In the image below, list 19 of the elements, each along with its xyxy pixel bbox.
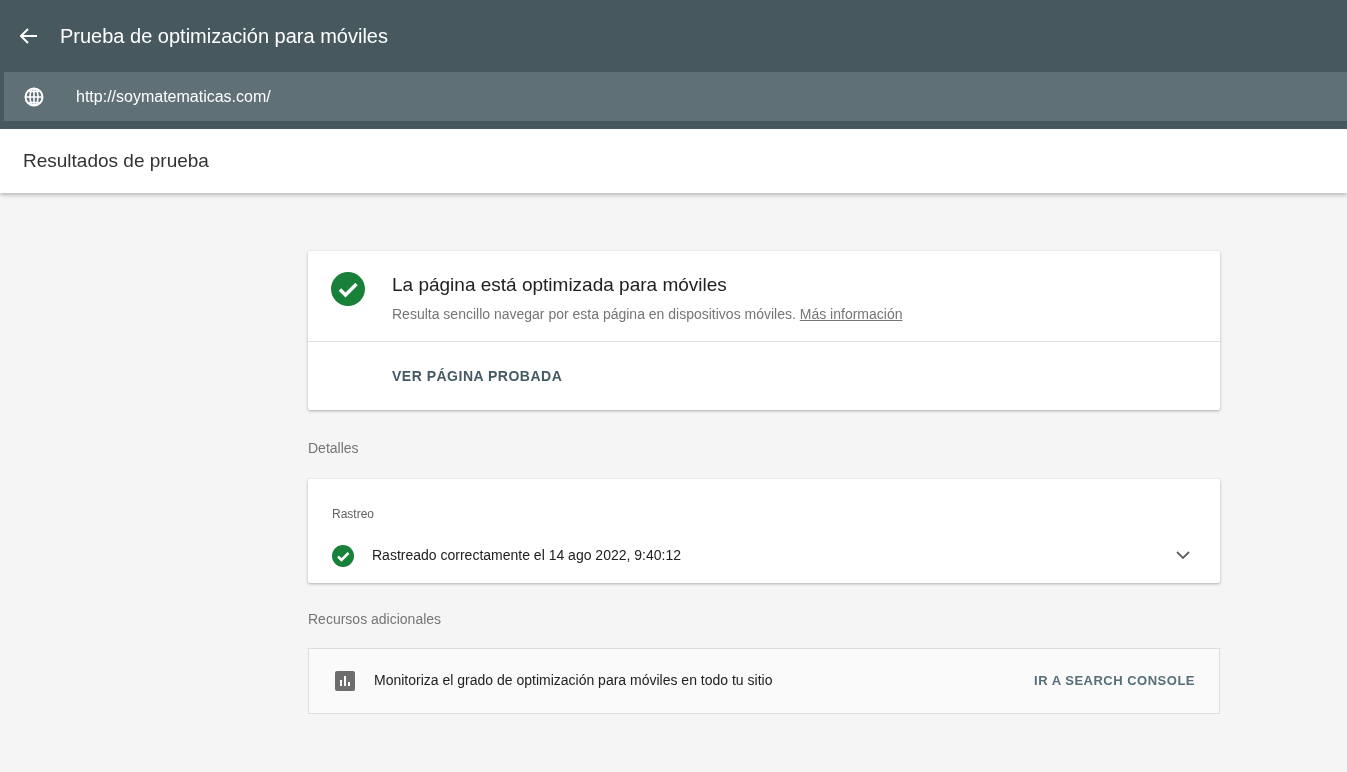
- globe-icon: [24, 86, 44, 107]
- resource-text: Monitoriza el grado de optimización para móviles en todo tu sitio: [374, 671, 773, 690]
- view-tested-page-button[interactable]: VER PÁGINA PROBADA: [392, 365, 563, 387]
- back-arrow-icon[interactable]: [20, 28, 38, 44]
- url-text: http://soymatematicas.com/: [76, 86, 271, 107]
- section-heading: Recursos adicionales: [308, 609, 443, 629]
- results-title: Resultados de prueba: [23, 148, 209, 173]
- bar-chart-icon: [335, 670, 355, 691]
- check-circle-icon: [331, 272, 365, 306]
- search-console-button[interactable]: IR A SEARCH CONSOLE: [1034, 670, 1195, 691]
- check-circle-icon: [332, 544, 354, 567]
- expand-chevron-icon[interactable]: [1176, 551, 1190, 560]
- section-heading: Detalles: [308, 438, 360, 458]
- crawl-status: Rastreado correctamente el 14 ago 2022, 9:40:12: [372, 546, 681, 565]
- app-title: Prueba de optimización para móviles: [60, 24, 388, 49]
- more-info-link[interactable]: Más información: [799, 305, 903, 322]
- crawl-label: Rastreo: [332, 505, 376, 523]
- verdict-title: La página está optimizada para móviles: [392, 273, 728, 297]
- verdict-description: Resulta sencillo navegar por esta página en dispositivos móviles. Más información: [392, 304, 903, 324]
